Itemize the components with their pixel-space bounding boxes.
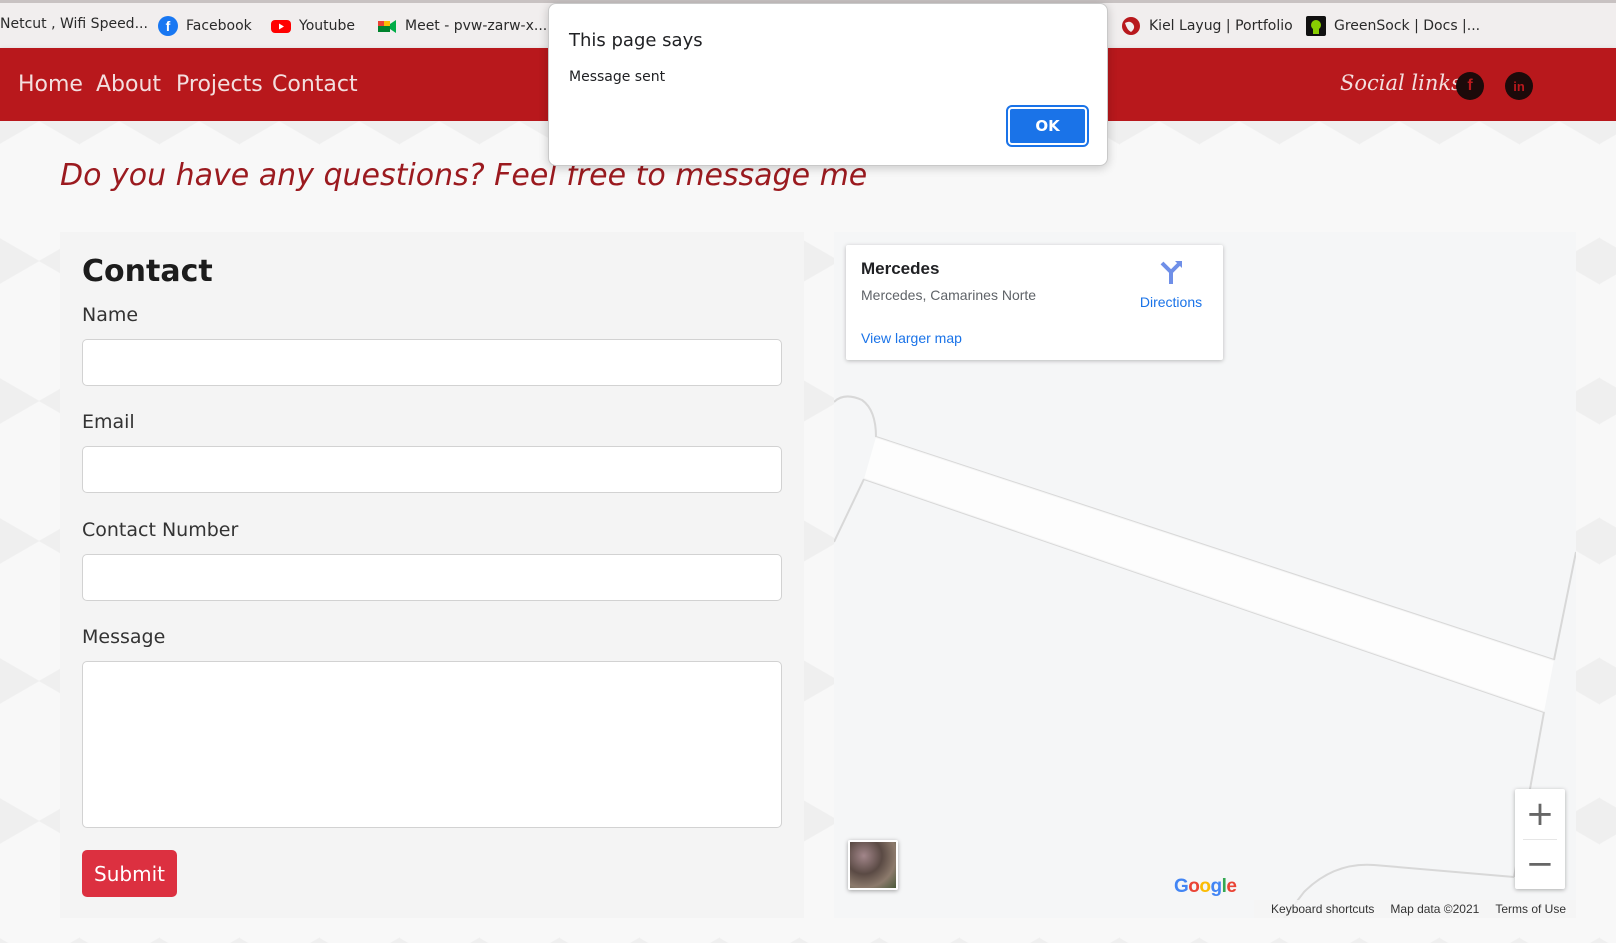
facebook-icon: f [158, 16, 178, 36]
place-address: Mercedes, Camarines Norte [861, 287, 1037, 303]
zoom-in-button[interactable]: + [1515, 789, 1565, 839]
ok-button[interactable]: OK [1006, 105, 1089, 147]
nav-about[interactable]: About [96, 72, 161, 97]
satellite-toggle[interactable] [848, 840, 898, 890]
map-footer: Keyboard shortcuts Map data ©2021 Terms … [1254, 900, 1576, 918]
svg-text:f: f [166, 18, 171, 34]
map-place-card: Mercedes Mercedes, Camarines Norte Direc… [846, 245, 1223, 360]
google-logo: Google [1174, 876, 1237, 897]
bookmark-label: Meet - pvw-zarw-x... [405, 18, 548, 34]
view-larger-map-link[interactable]: View larger map [861, 330, 962, 346]
bookmark-meet[interactable]: Meet - pvw-zarw-x... [377, 16, 547, 36]
bookmark-label: GreenSock | Docs |... [1334, 18, 1481, 34]
place-name: Mercedes [861, 259, 940, 278]
email-label: Email [82, 411, 135, 433]
globe-icon [1122, 17, 1140, 35]
zoom-controls: + − [1515, 789, 1565, 889]
name-input[interactable] [82, 339, 782, 386]
contact-number-label: Contact Number [82, 519, 239, 541]
nav-home[interactable]: Home [18, 72, 83, 97]
google-meet-icon [378, 20, 396, 33]
facebook-social-icon[interactable]: f [1456, 72, 1484, 100]
email-input[interactable] [82, 446, 782, 493]
message-textarea[interactable] [82, 661, 782, 828]
bookmark-label: Facebook [186, 18, 252, 34]
contact-number-input[interactable] [82, 554, 782, 601]
social-links-label: Social links [1340, 71, 1462, 95]
linkedin-social-icon[interactable]: in [1505, 72, 1533, 100]
directions-button[interactable]: Directions [1131, 259, 1211, 310]
directions-icon [1160, 261, 1182, 284]
map-data-text: Map data ©2021 [1390, 902, 1480, 916]
bookmark-greensock[interactable]: GreenSock | Docs |... [1306, 16, 1480, 36]
bookmark-label: Netcut , Wifi Speed... [0, 16, 148, 32]
alert-dialog: This page says Message sent OK [548, 3, 1108, 166]
bookmark-youtube[interactable]: Youtube [271, 16, 355, 36]
dialog-message: Message sent [569, 69, 666, 85]
bookmark-netcut[interactable]: Netcut , Wifi Speed... [0, 16, 148, 32]
name-label: Name [82, 304, 139, 326]
bookmark-label: Kiel Layug | Portfolio [1149, 18, 1293, 34]
contact-form: Contact Name Email Contact Number Messag… [60, 232, 804, 918]
submit-button[interactable]: Submit [82, 850, 177, 897]
greensock-icon [1306, 16, 1326, 36]
map-embed[interactable]: Mercedes Mercedes, Camarines Norte Direc… [834, 232, 1576, 918]
directions-label: Directions [1139, 294, 1203, 310]
terms-of-use-link[interactable]: Terms of Use [1495, 902, 1566, 916]
dialog-title: This page says [569, 30, 703, 51]
bookmark-label: Youtube [299, 18, 355, 34]
bookmark-portfolio[interactable]: Kiel Layug | Portfolio [1121, 16, 1293, 36]
nav-contact[interactable]: Contact [272, 72, 358, 97]
contact-title: Contact [82, 254, 213, 289]
bookmark-facebook[interactable]: f Facebook [158, 16, 252, 36]
keyboard-shortcuts-link[interactable]: Keyboard shortcuts [1271, 902, 1374, 916]
message-label: Message [82, 626, 166, 648]
nav-projects[interactable]: Projects [176, 72, 263, 97]
zoom-out-button[interactable]: − [1515, 839, 1565, 889]
youtube-icon [271, 20, 291, 33]
